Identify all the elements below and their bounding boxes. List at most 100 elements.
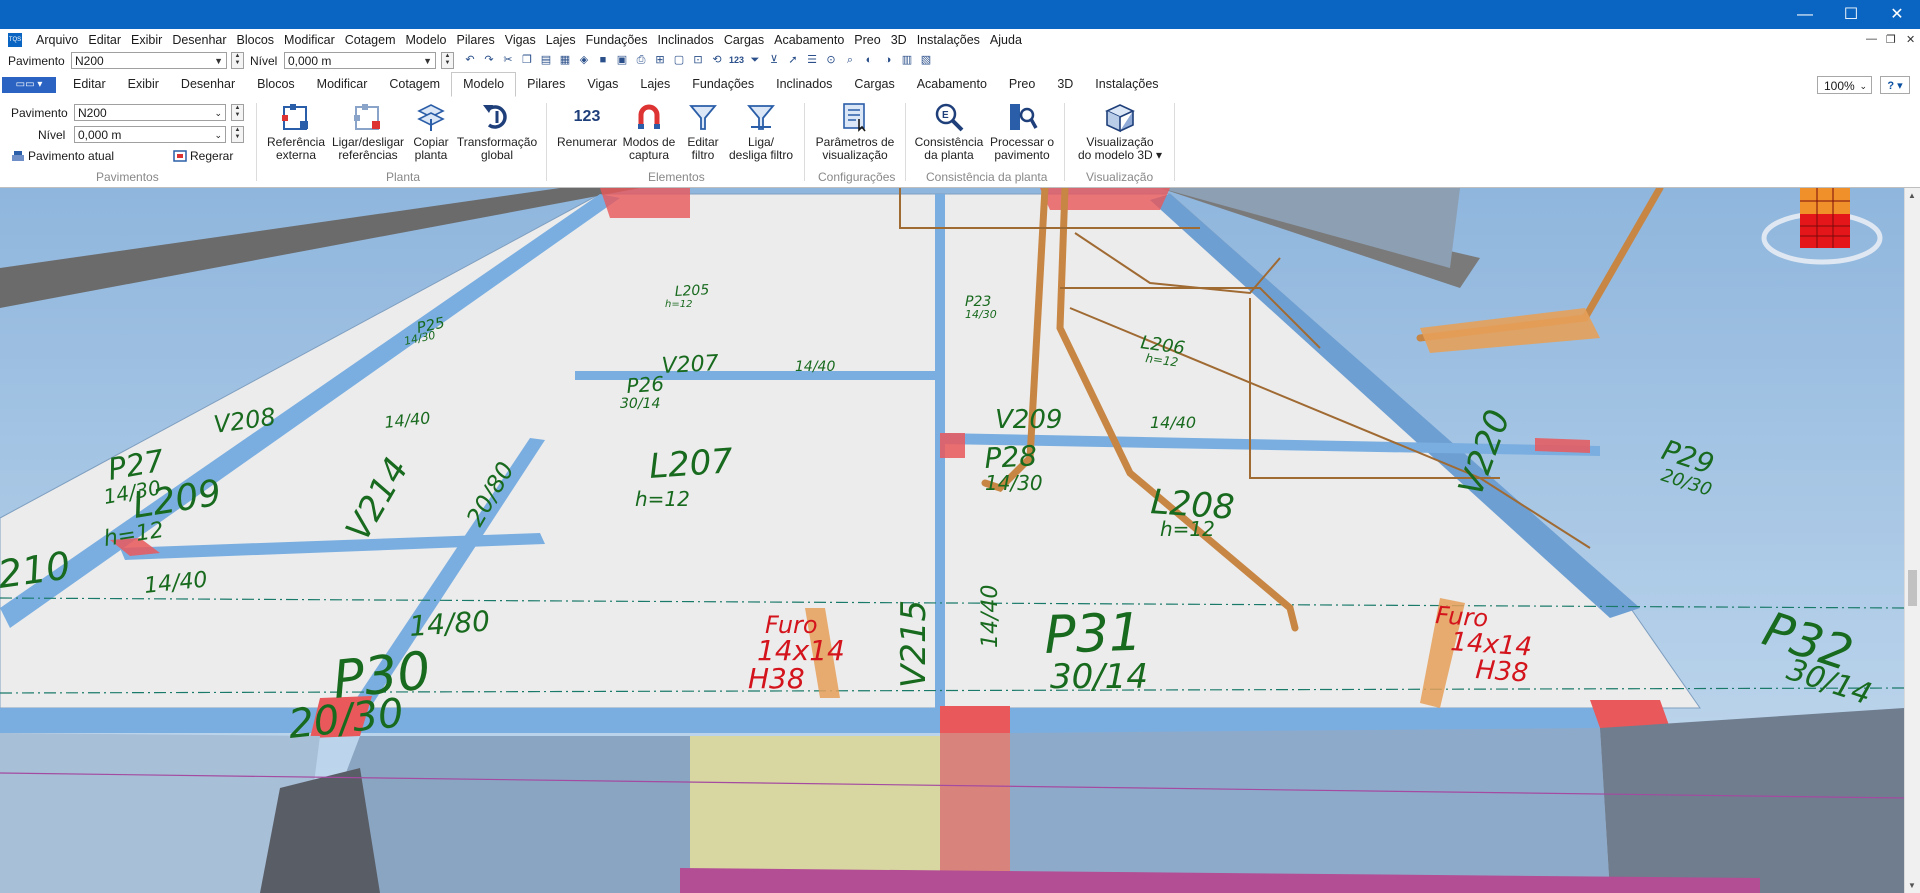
- help-button[interactable]: ? ▾: [1880, 76, 1910, 94]
- menu-item-2[interactable]: Exibir: [126, 29, 167, 51]
- cut-icon[interactable]: ✂: [501, 53, 515, 67]
- window-icon[interactable]: ▢: [672, 53, 686, 67]
- renumber-icon[interactable]: 123: [729, 53, 744, 67]
- copiar-planta-button[interactable]: Copiar planta: [408, 101, 454, 162]
- tab-7[interactable]: Pilares: [516, 72, 576, 97]
- menu-item-4[interactable]: Blocos: [232, 29, 280, 51]
- save-as-icon[interactable]: ▣: [615, 53, 629, 67]
- copy-icon[interactable]: ❐: [520, 53, 534, 67]
- ribbon-pavimento-spinner[interactable]: ▲ ▼: [231, 104, 244, 121]
- view3d-icon[interactable]: ▥: [900, 53, 914, 67]
- editar-filtro-button[interactable]: Editar filtro: [682, 101, 724, 162]
- tab-1[interactable]: Exibir: [117, 72, 170, 97]
- menu-item-12[interactable]: Inclinados: [653, 29, 719, 51]
- menu-item-8[interactable]: Pilares: [452, 29, 500, 51]
- undo-icon[interactable]: ↶: [463, 53, 477, 67]
- filter-icon[interactable]: ⏷: [748, 53, 762, 67]
- menu-item-9[interactable]: Vigas: [500, 29, 541, 51]
- find-icon[interactable]: ◈: [577, 53, 591, 67]
- scroll-down-icon[interactable]: ▼: [1908, 881, 1916, 890]
- minimize-button[interactable]: —: [1782, 0, 1828, 29]
- menu-item-6[interactable]: Cotagem: [340, 29, 401, 51]
- menu-item-17[interactable]: Instalações: [912, 29, 985, 51]
- model-3d-canvas[interactable]: V208 14/40 P27 14/30 L209 h=12 V214 20/8…: [0, 188, 1904, 893]
- ribbon-nivel-spinner[interactable]: ▲ ▼: [231, 126, 244, 143]
- zoom-icon[interactable]: ⌕: [843, 53, 857, 67]
- tab-0[interactable]: Editar: [62, 72, 117, 97]
- paste-icon[interactable]: ▤: [539, 53, 553, 67]
- tab-12[interactable]: Cargas: [843, 72, 905, 97]
- tab-16[interactable]: Instalações: [1084, 72, 1169, 97]
- consistencia-planta-button[interactable]: E Consistência da planta: [912, 101, 986, 162]
- menu-item-13[interactable]: Cargas: [719, 29, 769, 51]
- nivel-spinner[interactable]: ▲ ▼: [441, 52, 454, 69]
- redo-icon[interactable]: ↷: [482, 53, 496, 67]
- params-icon[interactable]: ☰: [805, 53, 819, 67]
- menu-item-15[interactable]: Preo: [849, 29, 885, 51]
- ligar-desligar-referencias-button[interactable]: Ligar/desligar referências: [330, 101, 406, 162]
- liga-desliga-filtro-button[interactable]: Liga/ desliga filtro: [726, 101, 796, 162]
- parametros-visualizacao-button[interactable]: Parâmetros de visualização: [812, 101, 898, 162]
- menu-item-0[interactable]: Arquivo: [31, 29, 83, 51]
- menu-item-7[interactable]: Modelo: [401, 29, 452, 51]
- pavimento-atual-button[interactable]: Pavimento atual: [11, 148, 114, 164]
- arrow-icon[interactable]: ➚: [786, 53, 800, 67]
- filter-toggle-icon[interactable]: ⊻: [767, 53, 781, 67]
- modos-captura-button[interactable]: Modos de captura: [618, 101, 680, 162]
- menu-item-10[interactable]: Lajes: [541, 29, 581, 51]
- zoom-select[interactable]: 100% ⌄: [1817, 76, 1872, 94]
- app-icon[interactable]: TQS: [8, 33, 22, 47]
- file-menu-button[interactable]: ▭▭ ▾: [2, 77, 56, 93]
- print-icon[interactable]: ⎙: [634, 53, 648, 67]
- scroll-thumb[interactable]: [1908, 570, 1917, 606]
- nivel-value: 0,000 m: [288, 54, 332, 68]
- tab-13[interactable]: Acabamento: [906, 72, 998, 97]
- tab-14[interactable]: Preo: [998, 72, 1046, 97]
- menu-item-5[interactable]: Modificar: [279, 29, 340, 51]
- save-icon[interactable]: ■: [596, 53, 610, 67]
- renumerar-button[interactable]: 123 Renumerar: [554, 101, 620, 149]
- tab-6[interactable]: Modelo: [451, 72, 517, 97]
- transform-icon[interactable]: ⟲: [710, 53, 724, 67]
- nivel-select[interactable]: 0,000 m ▼: [284, 52, 436, 69]
- ribbon-pavimento-select[interactable]: N200 ⌄: [74, 104, 226, 121]
- capture-icon[interactable]: ⊙: [824, 53, 838, 67]
- tab-10[interactable]: Fundações: [681, 72, 765, 97]
- tab-3[interactable]: Blocos: [246, 72, 306, 97]
- close-button[interactable]: ✕: [1874, 0, 1920, 29]
- menu-item-11[interactable]: Fundações: [581, 29, 653, 51]
- scroll-up-icon[interactable]: ▲: [1908, 191, 1916, 200]
- tab-2[interactable]: Desenhar: [170, 72, 246, 97]
- tab-8[interactable]: Vigas: [576, 72, 629, 97]
- menu-item-1[interactable]: Editar: [83, 29, 126, 51]
- referencia-externa-button[interactable]: Referência externa: [264, 101, 328, 162]
- tab-9[interactable]: Lajes: [629, 72, 681, 97]
- visualizacao-3d-button[interactable]: Visualização do modelo 3D ▾: [1072, 101, 1168, 162]
- pavimento-select[interactable]: N200 ▼: [71, 52, 227, 69]
- viewport-scrollbar[interactable]: ▲ ▼: [1904, 188, 1920, 893]
- mdi-restore-icon[interactable]: ❐: [1886, 33, 1896, 46]
- model-3d-viewport[interactable]: V208 14/40 P27 14/30 L209 h=12 V214 20/8…: [0, 188, 1904, 893]
- copy-block-icon[interactable]: ▦: [558, 53, 572, 67]
- ribbon-nivel-select[interactable]: 0,000 m ⌄: [74, 126, 226, 143]
- tab-15[interactable]: 3D: [1046, 72, 1084, 97]
- process-icon[interactable]: ◑: [881, 53, 895, 67]
- consistency-icon[interactable]: ◐: [862, 53, 876, 67]
- processar-pavimento-button[interactable]: Processar o pavimento: [988, 101, 1056, 162]
- view3d-alt-icon[interactable]: ▧: [919, 53, 933, 67]
- pavimento-spinner[interactable]: ▲ ▼: [231, 52, 244, 69]
- mdi-minimize-icon[interactable]: —: [1866, 33, 1877, 45]
- tab-11[interactable]: Inclinados: [765, 72, 843, 97]
- menu-item-16[interactable]: 3D: [886, 29, 912, 51]
- select-icon[interactable]: ⊡: [691, 53, 705, 67]
- menu-item-3[interactable]: Desenhar: [167, 29, 231, 51]
- transformacao-global-button[interactable]: Transformação global: [456, 101, 538, 162]
- maximize-button[interactable]: ☐: [1828, 0, 1874, 29]
- mdi-close-icon[interactable]: ✕: [1906, 33, 1915, 46]
- tab-5[interactable]: Cotagem: [378, 72, 451, 97]
- grid-icon[interactable]: ⊞: [653, 53, 667, 67]
- menu-item-18[interactable]: Ajuda: [985, 29, 1027, 51]
- tab-4[interactable]: Modificar: [306, 72, 379, 97]
- regerar-button[interactable]: Regerar: [173, 148, 233, 164]
- menu-item-14[interactable]: Acabamento: [769, 29, 849, 51]
